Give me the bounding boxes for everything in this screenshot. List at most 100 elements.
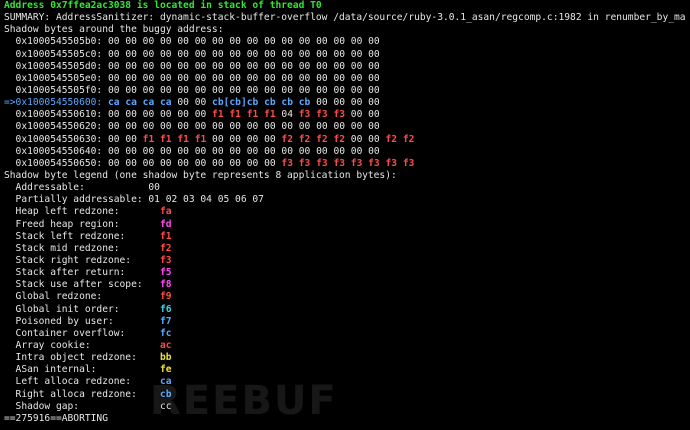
legend-row-addressable: Addressable: 00 — [4, 182, 686, 194]
shadow-byte: 00 — [177, 60, 189, 72]
abort-line: ==275916==ABORTING — [4, 412, 108, 424]
shadow-byte: f3 — [316, 157, 328, 169]
shadow-byte: 00 — [125, 145, 137, 157]
shadow-byte: 00 — [194, 121, 207, 133]
shadow-byte: f1 — [160, 133, 172, 145]
shadow-row-address: 0x1000545505e0: — [4, 72, 103, 84]
shadow-byte: 00 — [368, 145, 380, 157]
shadow-byte: 00 — [350, 109, 363, 121]
shadow-byte: f1 — [142, 133, 155, 145]
shadow-row-address: 0x100054550610: — [4, 109, 103, 121]
shadow-byte: 00 — [125, 48, 137, 60]
shadow-byte: 00 — [264, 72, 276, 84]
terminal-window[interactable]: Address 0x7ffea2ac3038 is located in sta… — [0, 0, 690, 430]
shadow-byte: 00 — [298, 84, 311, 96]
shadow-byte: 00 — [333, 48, 346, 60]
shadow-byte: 00 — [125, 157, 137, 169]
shadow-row: 0x1000545505f0: 00 00 00 00 00 00 00 00 … — [4, 85, 686, 97]
shadow-byte: 00 — [125, 84, 137, 96]
shadow-byte: 00 — [350, 36, 363, 48]
shadow-byte: 00 — [368, 133, 380, 145]
shadow-byte: f3 — [385, 157, 398, 169]
shadow-byte: 00 — [194, 36, 207, 48]
shadow-byte: 00 — [281, 60, 293, 72]
shadow-byte: 00 — [107, 121, 120, 133]
shadow-byte: 00 — [264, 121, 276, 133]
shadow-byte: 00 — [229, 48, 241, 60]
legend-value: f3 — [159, 254, 172, 266]
shadow-byte: f2 — [333, 133, 346, 145]
shadow-byte: 00 — [160, 84, 172, 96]
legend-value: f2 — [159, 242, 172, 254]
legend-value: bb — [159, 352, 172, 364]
shadow-byte: 00 — [125, 72, 137, 84]
legend-row: Shadow gap: cc — [4, 401, 686, 413]
legend-value: f5 — [159, 267, 172, 279]
shadow-byte: 00 — [350, 72, 363, 84]
shadow-byte: cb — [212, 97, 224, 109]
shadow-byte: 00 — [298, 121, 311, 133]
legend-label: Container overflow: — [4, 327, 160, 339]
shadow-byte: 00 — [316, 84, 328, 96]
shadow-byte: 00 — [368, 60, 380, 72]
legend-row: Array cookie: ac — [4, 340, 686, 352]
legend-row: Intra object redzone: bb — [4, 352, 686, 364]
shadow-byte: 00 — [316, 48, 328, 60]
shadow-byte: 00 — [281, 84, 293, 96]
shadow-byte: f3 — [402, 157, 415, 169]
shadow-byte: 00 — [142, 72, 155, 84]
legend-row: Stack left redzone: f1 — [4, 231, 686, 243]
shadow-byte: 00 — [281, 121, 293, 133]
shadow-byte: 00 — [177, 121, 189, 133]
shadow-byte: 00 — [368, 36, 380, 48]
legend-label: Intra object redzone: — [4, 352, 160, 364]
shadow-byte: 00 — [107, 157, 120, 169]
shadow-byte: 00 — [160, 121, 172, 133]
legend-label: Poisoned by user: — [4, 315, 160, 327]
shadow-byte: 00 — [177, 72, 189, 84]
shadow-byte: 00 — [316, 72, 328, 84]
shadow-byte: 00 — [368, 121, 380, 133]
legend-row: Stack after return: f5 — [4, 267, 686, 279]
shadow-byte: 00 — [177, 145, 189, 157]
shadow-byte: 00 — [368, 48, 380, 60]
shadow-byte: 00 — [246, 48, 259, 60]
shadow-byte: 00 — [142, 60, 155, 72]
shadow-byte: 00 — [212, 72, 224, 84]
shadow-byte: 00 — [177, 84, 189, 96]
shadow-byte: 00 — [350, 60, 363, 72]
shadow-row-address: 0x100054550640: — [4, 145, 103, 157]
shadow-byte: 00 — [160, 157, 172, 169]
shadow-byte: 00 — [298, 60, 311, 72]
shadow-byte: 00 — [350, 84, 363, 96]
shadow-byte: 00 — [333, 121, 346, 133]
shadow-byte: 00 — [194, 97, 207, 109]
shadow-byte: f2 — [281, 133, 293, 145]
shadow-byte: 00 — [160, 48, 172, 60]
shadow-row-address: 0x1000545505b0: — [4, 36, 103, 48]
shadow-bytes-dump: 0x1000545505b0: 00 00 00 00 00 00 00 00 … — [4, 36, 686, 170]
shadow-byte: 00 — [107, 109, 120, 121]
legend-value: f9 — [159, 291, 172, 303]
legend-value: fe — [159, 364, 172, 376]
shadow-byte: 00 — [368, 97, 380, 109]
shadow-byte: 00 — [194, 60, 207, 72]
shadow-row-address: 0x1000545505c0: — [4, 48, 103, 60]
shadow-byte: f3 — [333, 109, 346, 121]
legend-label: Stack left redzone: — [4, 230, 160, 242]
shadow-row: 0x100054550650: 00 00 00 00 00 00 00 00 … — [4, 158, 686, 170]
shadow-byte: f1 — [194, 133, 207, 145]
shadow-byte: 00 — [264, 145, 276, 157]
shadow-byte: 00 — [194, 72, 207, 84]
shadow-byte: 00 — [264, 60, 276, 72]
shadow-byte: 00 — [107, 84, 120, 96]
shadow-byte: f1 — [246, 109, 259, 121]
legend-title: Shadow byte legend (one shadow byte repr… — [4, 169, 397, 181]
shadow-byte: 00 — [125, 121, 137, 133]
legend-label: Stack use after scope: — [4, 279, 160, 291]
shadow-byte: 00 — [350, 121, 363, 133]
legend-row: Global init order: f6 — [4, 304, 686, 316]
shadow-byte: 00 — [229, 121, 241, 133]
legend-row: ASan internal: fe — [4, 364, 686, 376]
legend-label: Partially addressable: — [4, 194, 149, 206]
